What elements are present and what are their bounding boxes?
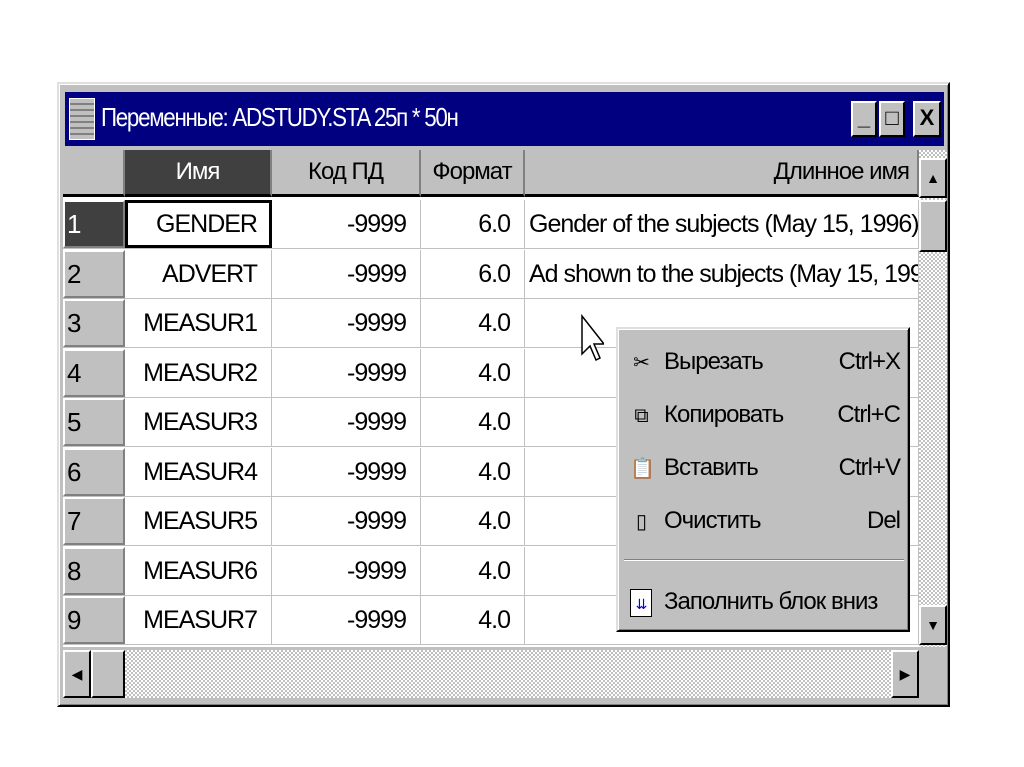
md-code-cell[interactable]: -9999 — [272, 200, 421, 248]
menu-item-shortcut: Ctrl+V — [838, 454, 901, 481]
menu-item[interactable]: 📋 Вставить Ctrl+V — [624, 443, 904, 493]
row-header[interactable]: 8 — [63, 546, 125, 595]
context-menu: ✂ Вырезать Ctrl+X ⧉ Копировать Ctrl+C 📋 Вставит… — [616, 327, 910, 632]
corner-header[interactable] — [63, 150, 125, 197]
menu-item[interactable]: ⧉ Копировать Ctrl+C — [624, 390, 904, 440]
menu-item-shortcut: Ctrl+X — [838, 348, 901, 375]
long-name-cell[interactable]: Gender of the subjects (May 15, 1996) — [525, 200, 919, 248]
minimize-button[interactable]: _ — [851, 101, 877, 137]
menu-item[interactable]: ✂ Вырезать Ctrl+X — [624, 337, 904, 387]
md-code-cell[interactable]: -9999 — [272, 348, 421, 397]
name-cell[interactable]: MEASUR7 — [125, 596, 272, 644]
column-header-name[interactable]: Имя — [125, 150, 272, 197]
format-cell[interactable]: 4.0 — [421, 398, 525, 446]
clear-icon: ▯ — [635, 511, 647, 533]
paste-icon: 📋 — [630, 458, 655, 480]
name-cell[interactable]: GENDER — [125, 200, 272, 248]
menu-item-label: Копировать — [664, 401, 784, 428]
column-header-md-code[interactable]: Код ПД — [272, 150, 421, 197]
name-cell[interactable]: ADVERT — [125, 249, 272, 298]
menu-item-label: Вставить — [664, 454, 759, 481]
fill-down-icon: ⇊ — [630, 589, 652, 617]
close-button[interactable]: X — [913, 101, 941, 137]
menu-item-shortcut: Ctrl+C — [837, 401, 901, 428]
row-header[interactable]: 7 — [63, 497, 125, 545]
column-header-long-name[interactable]: Длинное имя — [525, 150, 919, 197]
copy-icon: ⧉ — [634, 405, 648, 427]
menu-item[interactable]: ▯ Очистить Del — [624, 496, 904, 546]
format-cell[interactable]: 4.0 — [421, 447, 525, 496]
name-cell[interactable]: MEASUR2 — [125, 348, 272, 397]
row-header[interactable]: 3 — [63, 299, 125, 347]
format-cell[interactable]: 4.0 — [421, 497, 525, 545]
vertical-scrollbar[interactable]: ▲ ▼ — [919, 150, 947, 647]
maximize-button[interactable]: □ — [879, 101, 905, 137]
row-header[interactable]: 4 — [63, 348, 125, 397]
md-code-cell[interactable]: -9999 — [272, 596, 421, 644]
name-cell[interactable]: MEASUR5 — [125, 497, 272, 545]
format-cell[interactable]: 6.0 — [421, 249, 525, 298]
menu-item-label: Очистить — [664, 507, 761, 534]
scissors-icon: ✂ — [633, 352, 650, 374]
menu-item-label: Вырезать — [664, 348, 764, 375]
format-cell[interactable]: 4.0 — [421, 348, 525, 397]
mouse-cursor-icon — [581, 314, 604, 362]
menu-item-label: Заполнить блок вниз — [664, 588, 878, 615]
md-code-cell[interactable]: -9999 — [272, 546, 421, 595]
name-cell[interactable]: MEASUR4 — [125, 447, 272, 496]
name-cell[interactable]: MEASUR1 — [125, 299, 272, 347]
format-cell[interactable]: 4.0 — [421, 596, 525, 644]
format-cell[interactable]: 4.0 — [421, 299, 525, 347]
table-row[interactable]: 1 GENDER -9999 6.0 Gender of the subjects (M… — [63, 200, 919, 249]
scroll-left-button[interactable]: ◀ — [63, 650, 91, 698]
row-header[interactable]: 1 — [63, 200, 125, 248]
title-bar[interactable]: Переменные: ADSTUDY.STA 25п * 50н _ □ X — [65, 92, 944, 146]
md-code-cell[interactable]: -9999 — [272, 249, 421, 298]
name-cell[interactable]: MEASUR3 — [125, 398, 272, 446]
scroll-h-thumb[interactable] — [91, 650, 125, 698]
long-name-cell[interactable]: Ad shown to the subjects (May 15, 1996) — [525, 249, 919, 298]
format-cell[interactable]: 4.0 — [421, 546, 525, 595]
column-header-format[interactable]: Формат — [421, 150, 525, 197]
format-cell[interactable]: 6.0 — [421, 200, 525, 248]
menu-item-shortcut: Del — [866, 507, 901, 534]
md-code-cell[interactable]: -9999 — [272, 497, 421, 545]
md-code-cell[interactable]: -9999 — [272, 398, 421, 446]
scroll-down-button[interactable]: ▼ — [919, 605, 947, 645]
window-title: Переменные: ADSTUDY.STA 25п * 50н — [101, 102, 459, 132]
row-header[interactable]: 2 — [63, 249, 125, 298]
horizontal-scrollbar[interactable]: ◀ ▶ — [63, 650, 919, 698]
menu-item[interactable]: ⇊ Заполнить блок вниз — [624, 577, 904, 627]
row-header[interactable]: 5 — [63, 398, 125, 446]
spreadsheet-icon[interactable] — [69, 98, 95, 140]
table-row[interactable]: 2 ADVERT -9999 6.0 Ad shown to the subjects … — [63, 249, 919, 299]
menu-separator — [624, 559, 904, 561]
scroll-up-button[interactable]: ▲ — [919, 158, 947, 198]
name-cell[interactable]: MEASUR6 — [125, 546, 272, 595]
scroll-right-button[interactable]: ▶ — [891, 650, 919, 698]
row-header[interactable]: 6 — [63, 447, 125, 496]
md-code-cell[interactable]: -9999 — [272, 299, 421, 347]
row-header[interactable]: 9 — [63, 596, 125, 644]
scroll-thumb[interactable] — [919, 200, 947, 252]
md-code-cell[interactable]: -9999 — [272, 447, 421, 496]
